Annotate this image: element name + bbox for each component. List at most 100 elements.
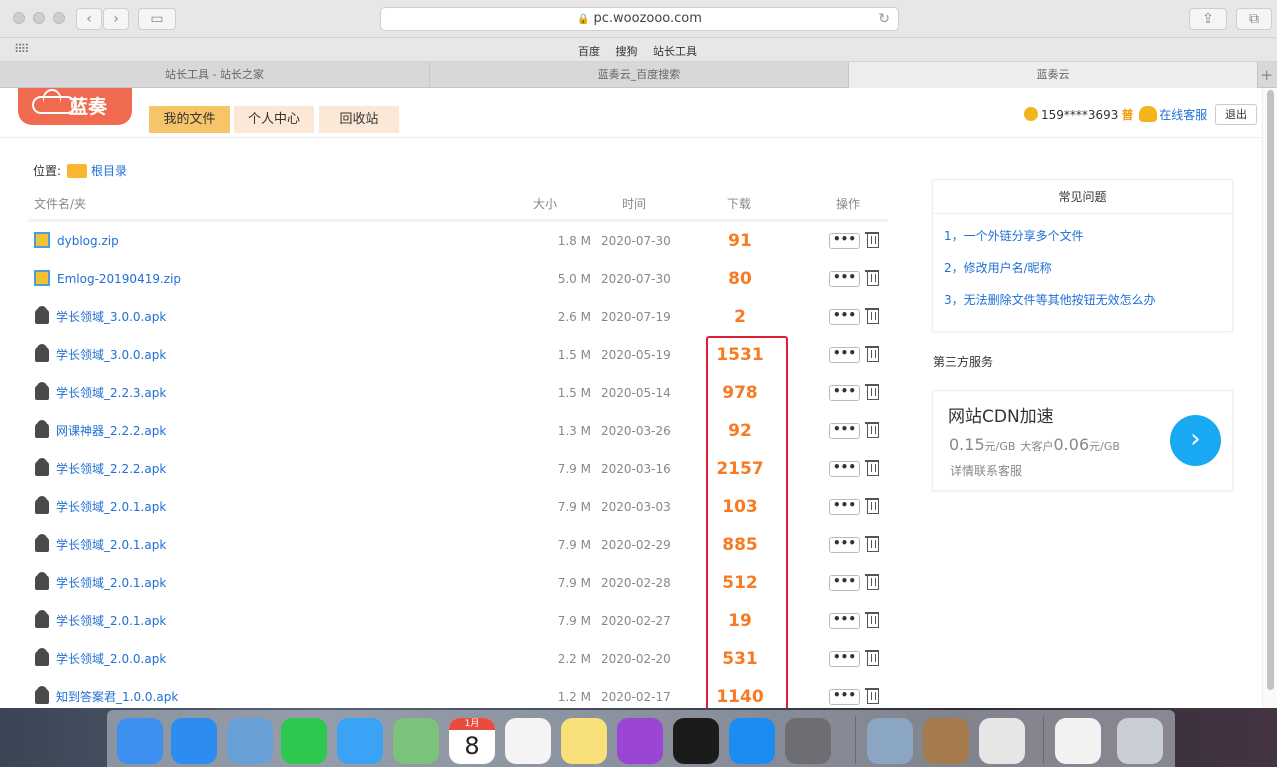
zoom-window-button[interactable] <box>53 12 65 24</box>
file-size: 1.5 M <box>557 348 591 362</box>
chevron-right-icon[interactable]: › <box>1170 415 1221 466</box>
messages-icon[interactable] <box>337 718 383 764</box>
share-button[interactable]: ⇪ <box>1189 8 1227 30</box>
new-tab-icon[interactable]: + <box>1260 66 1273 84</box>
table-header: 文件名/夹 大小 时间 下载 操作 <box>28 190 888 222</box>
chevron-right-icon: › <box>113 11 119 27</box>
finder-icon[interactable] <box>117 718 163 764</box>
reminders-icon[interactable] <box>505 718 551 764</box>
more-actions-button[interactable]: ••• <box>829 689 860 705</box>
contacts-icon[interactable] <box>923 718 969 764</box>
more-actions-button[interactable]: ••• <box>829 613 860 629</box>
page-scrollbar[interactable] <box>1262 88 1277 708</box>
more-actions-button[interactable]: ••• <box>829 461 860 477</box>
cdn-price: 0.15元/GB 大客户0.06元/GB <box>949 435 1120 454</box>
dock-separator <box>1043 716 1044 764</box>
faq-panel: 常见问题 1，一个外链分享多个文件 2，修改用户名/昵称 3，无法删除文件等其他… <box>932 179 1233 332</box>
address-bar[interactable]: 🔒 pc.woozooo.com ↻ <box>380 7 899 31</box>
favorite-sogou[interactable]: 搜狗 <box>616 45 638 58</box>
file-size: 2.2 M <box>557 652 591 666</box>
delete-icon[interactable] <box>865 498 879 514</box>
delete-icon[interactable] <box>865 270 879 286</box>
tab-zhanzhang[interactable]: 站长工具 - 站长之家 <box>0 62 430 88</box>
tab-overview-button[interactable]: ⧉ <box>1236 8 1272 30</box>
more-actions-button[interactable]: ••• <box>829 309 860 325</box>
facetime-icon[interactable] <box>281 718 327 764</box>
site-logo[interactable]: 蓝奏 <box>18 88 132 125</box>
preview-icon[interactable] <box>867 718 913 764</box>
nav-my-files[interactable]: 我的文件 <box>149 106 230 133</box>
system-preferences-icon[interactable] <box>785 718 831 764</box>
trash-icon[interactable] <box>1117 718 1163 764</box>
header-size: 大小 <box>533 197 558 211</box>
notes-icon[interactable] <box>561 718 607 764</box>
calendar-icon[interactable]: 1月 8 <box>449 718 495 764</box>
more-actions-button[interactable]: ••• <box>829 233 860 249</box>
delete-icon[interactable] <box>865 346 879 362</box>
safari-icon[interactable] <box>171 718 217 764</box>
nav-personal-center[interactable]: 个人中心 <box>234 106 314 133</box>
delete-icon[interactable] <box>865 688 879 704</box>
more-actions-button[interactable]: ••• <box>829 271 860 287</box>
delete-icon[interactable] <box>865 422 879 438</box>
grid-icon[interactable]: ⠿⠿ <box>14 42 30 56</box>
user-avatar-icon <box>1024 107 1038 121</box>
delete-icon[interactable] <box>865 536 879 552</box>
download-count: 80 <box>728 269 752 289</box>
delete-icon[interactable] <box>865 308 879 324</box>
file-date: 2020-07-30 <box>601 234 671 248</box>
scrollbar-thumb[interactable] <box>1267 90 1274 690</box>
favorite-baidu[interactable]: 百度 <box>578 45 600 58</box>
faq-item[interactable]: 3，无法删除文件等其他按钮无效怎么办 <box>933 284 1232 316</box>
close-window-button[interactable] <box>13 12 25 24</box>
appstore-icon[interactable] <box>729 718 775 764</box>
more-actions-button[interactable]: ••• <box>829 575 860 591</box>
podcasts-icon[interactable] <box>617 718 663 764</box>
more-actions-button[interactable]: ••• <box>829 347 860 363</box>
back-button[interactable]: ‹ <box>76 8 102 30</box>
nav-recycle-bin[interactable]: 回收站 <box>319 106 399 133</box>
finder-window-icon[interactable] <box>1055 718 1101 764</box>
reload-icon[interactable]: ↻ <box>878 8 890 30</box>
file-size: 5.0 M <box>557 272 591 286</box>
tab-lanzou[interactable]: 蓝奏云 <box>849 62 1258 88</box>
mail-icon[interactable] <box>227 718 273 764</box>
logo-text: 蓝奏 <box>69 96 108 118</box>
more-actions-button[interactable]: ••• <box>829 385 860 401</box>
delete-icon[interactable] <box>865 460 879 476</box>
minimize-window-button[interactable] <box>33 12 45 24</box>
table-row: Emlog-20190419.zip 5.0 M 2020-07-30 80 ••• <box>28 260 888 298</box>
more-actions-button[interactable]: ••• <box>829 537 860 553</box>
table-row: 学长领域_3.0.0.apk 2.6 M 2020-07-19 2 ••• <box>28 298 888 336</box>
more-actions-button[interactable]: ••• <box>829 499 860 515</box>
file-date: 2020-07-30 <box>601 272 671 286</box>
big-client-label: 大客户 <box>1020 440 1054 453</box>
file-date: 2020-02-17 <box>601 690 671 704</box>
delete-icon[interactable] <box>865 612 879 628</box>
faq-item[interactable]: 1，一个外链分享多个文件 <box>933 220 1232 252</box>
more-actions-button[interactable]: ••• <box>829 423 860 439</box>
delete-icon[interactable] <box>865 574 879 590</box>
forward-button[interactable]: › <box>103 8 129 30</box>
breadcrumb-root[interactable]: 根目录 <box>91 164 127 178</box>
file-size: 7.9 M <box>557 538 591 552</box>
tab-baidu-search[interactable]: 蓝奏云_百度搜索 <box>430 62 849 88</box>
qq-icon[interactable] <box>979 718 1025 764</box>
price-big-unit: 元/GB <box>1089 440 1120 453</box>
faq-item[interactable]: 2，修改用户名/昵称 <box>933 252 1232 284</box>
more-actions-button[interactable]: ••• <box>829 651 860 667</box>
delete-icon[interactable] <box>865 650 879 666</box>
appletv-icon[interactable] <box>673 718 719 764</box>
sidebar-toggle-button[interactable]: ▭ <box>138 8 176 30</box>
logout-button[interactable]: 退出 <box>1215 104 1257 125</box>
delete-icon[interactable] <box>865 232 879 248</box>
maps-icon[interactable] <box>393 718 439 764</box>
share-icon: ⇪ <box>1202 11 1214 27</box>
breadcrumb: 位置: 根目录 <box>33 162 127 179</box>
delete-icon[interactable] <box>865 384 879 400</box>
favorite-zhanzhang[interactable]: 站长工具 <box>653 45 697 58</box>
online-service-link[interactable]: 在线客服 <box>1159 108 1207 122</box>
file-date: 2020-03-16 <box>601 462 671 476</box>
dock-separator <box>855 716 856 764</box>
cdn-ad-card[interactable]: 网站CDN加速 0.15元/GB 大客户0.06元/GB 详情联系客服 › <box>932 390 1233 491</box>
